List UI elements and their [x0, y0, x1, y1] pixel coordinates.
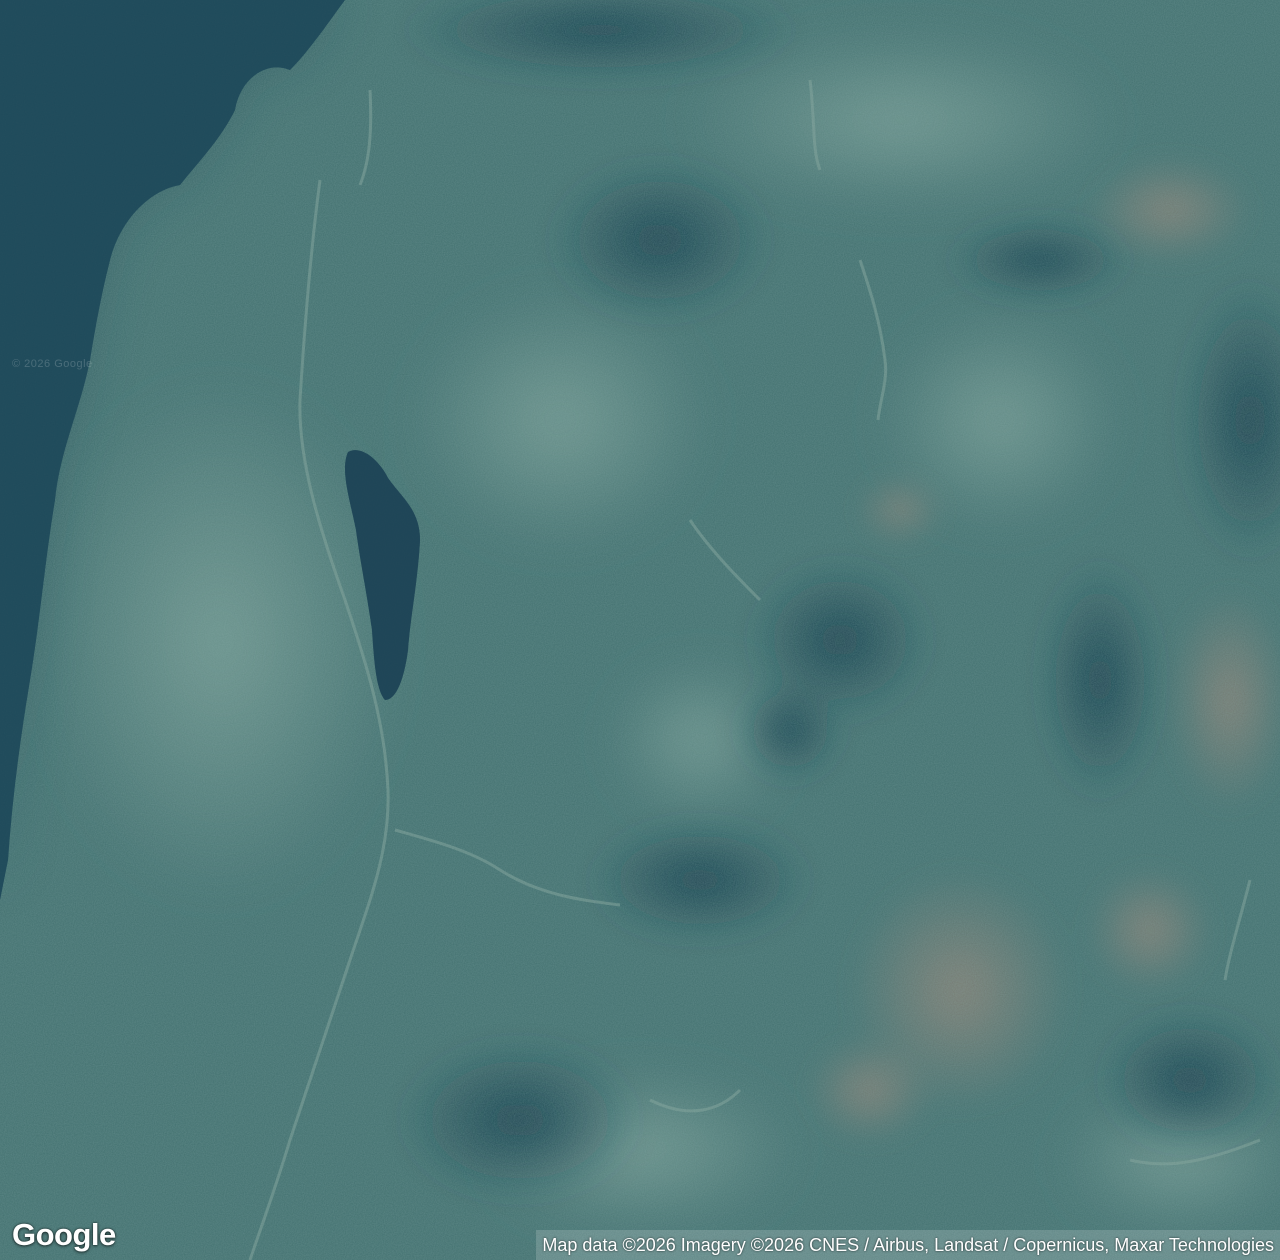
attribution-text: Map data ©2026 Imagery ©2026 CNES / Airb…	[542, 1234, 1274, 1255]
google-logo[interactable]: Google	[12, 1219, 116, 1250]
forest-texture	[0, 0, 1280, 1260]
map-viewport[interactable]: © 2026 Google Google Map data ©2026 Imag…	[0, 0, 1280, 1260]
satellite-imagery[interactable]	[0, 0, 1280, 1260]
map-attribution[interactable]: Map data ©2026 Imagery ©2026 CNES / Airb…	[536, 1230, 1280, 1260]
